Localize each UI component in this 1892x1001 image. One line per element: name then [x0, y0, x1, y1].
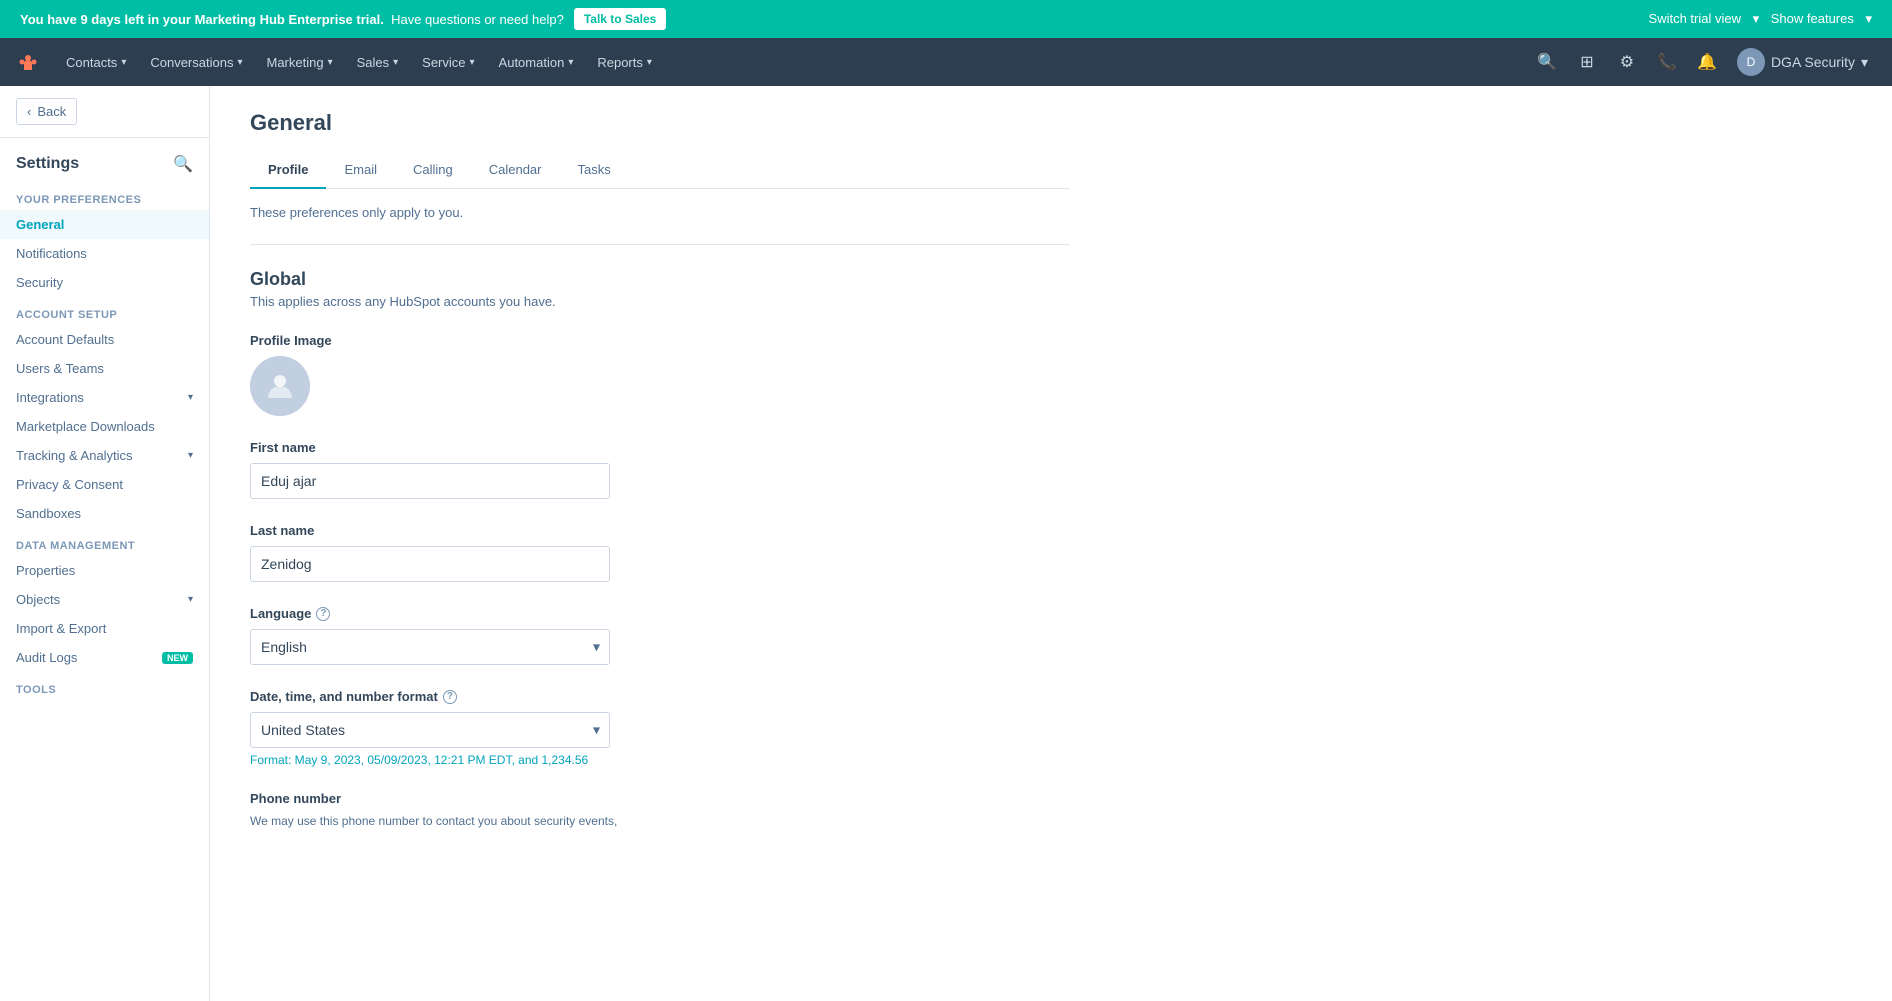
sidebar-item-users-teams[interactable]: Users & Teams [0, 354, 209, 383]
tab-tasks[interactable]: Tasks [560, 152, 629, 189]
user-menu[interactable]: D DGA Security ▾ [1729, 44, 1876, 80]
language-field-group: Language ? English Spanish French German… [250, 606, 1070, 665]
profile-image-upload[interactable] [250, 356, 310, 416]
audit-logs-new-badge: NEW [162, 652, 193, 664]
language-select[interactable]: English Spanish French German Portuguese [250, 629, 610, 665]
trial-right-links: Switch trial view ▾ Show features ▾ [1649, 11, 1872, 27]
date-format-label: Date, time, and number format ? [250, 689, 1070, 704]
user-name: DGA Security [1771, 54, 1855, 70]
trial-message: You have 9 days left in your Marketing H… [20, 12, 564, 27]
last-name-field-group: Last name [250, 523, 1070, 582]
hubspot-logo[interactable] [16, 50, 40, 74]
first-name-input[interactable] [250, 463, 610, 499]
avatar: D [1737, 48, 1765, 76]
profile-image-label: Profile Image [250, 333, 1070, 348]
last-name-input[interactable] [250, 546, 610, 582]
talk-to-sales-button[interactable]: Talk to Sales [574, 8, 666, 30]
sidebar-search-icon[interactable]: 🔍 [173, 154, 193, 174]
nav-conversations[interactable]: Conversations▾ [140, 38, 252, 86]
phone-number-label: Phone number [250, 791, 1070, 806]
notifications-icon[interactable]: 🔔 [1689, 44, 1725, 80]
sidebar-title: Settings [16, 155, 79, 173]
language-select-wrap: English Spanish French German Portuguese… [250, 629, 610, 665]
sidebar-item-privacy-consent[interactable]: Privacy & Consent [0, 470, 209, 499]
global-section-heading: Global [250, 269, 1070, 290]
sidebar-item-properties[interactable]: Properties [0, 556, 209, 585]
tab-email[interactable]: Email [326, 152, 395, 189]
integrations-chevron-icon: ▾ [188, 392, 193, 403]
page-title: General [250, 110, 1070, 136]
sidebar-item-general[interactable]: General [0, 210, 209, 239]
section-label-tools: Tools [0, 672, 209, 700]
sidebar-item-account-defaults[interactable]: Account Defaults [0, 325, 209, 354]
tabs-bar: Profile Email Calling Calendar Tasks [250, 152, 1070, 189]
nav-marketing[interactable]: Marketing▾ [256, 38, 342, 86]
nav-reports[interactable]: Reports▾ [587, 38, 662, 86]
sidebar-item-audit-logs[interactable]: Audit Logs NEW [0, 643, 209, 672]
first-name-label: First name [250, 440, 1070, 455]
settings-icon[interactable]: ⚙ [1609, 44, 1645, 80]
sidebar-item-tracking-analytics[interactable]: Tracking & Analytics ▾ [0, 441, 209, 470]
language-info-icon[interactable]: ? [316, 607, 330, 621]
phone-number-subtext: We may use this phone number to contact … [250, 814, 1070, 828]
language-label: Language ? [250, 606, 1070, 621]
preferences-note: These preferences only apply to you. [250, 205, 1070, 220]
nav-sales[interactable]: Sales▾ [347, 38, 409, 86]
tab-profile[interactable]: Profile [250, 152, 326, 189]
sidebar-item-marketplace-downloads[interactable]: Marketplace Downloads [0, 412, 209, 441]
section-label-your-preferences: Your Preferences [0, 182, 209, 210]
profile-image-field-group: Profile Image [250, 333, 1070, 416]
date-format-select-wrap: United States United Kingdom Canada Aust… [250, 712, 610, 748]
phone-icon[interactable]: 📞 [1649, 44, 1685, 80]
divider [250, 244, 1070, 245]
last-name-label: Last name [250, 523, 1070, 538]
top-nav: Contacts▾ Conversations▾ Marketing▾ Sale… [0, 38, 1892, 86]
back-button[interactable]: ‹ Back [16, 98, 77, 125]
section-label-account-setup: Account Setup [0, 297, 209, 325]
sidebar: ‹ Back Settings 🔍 Your Preferences Gener… [0, 86, 210, 1001]
nav-right-icons: 🔍 ⊞ ⚙ 📞 🔔 D DGA Security ▾ [1529, 44, 1876, 80]
global-section-subtext: This applies across any HubSpot accounts… [250, 294, 1070, 309]
date-format-field-group: Date, time, and number format ? United S… [250, 689, 1070, 767]
content-area: General Profile Email Calling Calendar T… [210, 86, 1892, 1001]
phone-number-field-group: Phone number We may use this phone numbe… [250, 791, 1070, 828]
tab-calling[interactable]: Calling [395, 152, 471, 189]
date-format-select[interactable]: United States United Kingdom Canada Aust… [250, 712, 610, 748]
sidebar-header: Settings 🔍 [0, 138, 209, 182]
nav-contacts[interactable]: Contacts▾ [56, 38, 136, 86]
sidebar-back-area: ‹ Back [0, 86, 209, 138]
sidebar-item-sandboxes[interactable]: Sandboxes [0, 499, 209, 528]
apps-icon[interactable]: ⊞ [1569, 44, 1605, 80]
sidebar-item-integrations[interactable]: Integrations ▾ [0, 383, 209, 412]
nav-automation[interactable]: Automation▾ [489, 38, 584, 86]
sidebar-item-import-export[interactable]: Import & Export [0, 614, 209, 643]
tab-calendar[interactable]: Calendar [471, 152, 560, 189]
sidebar-item-notifications[interactable]: Notifications [0, 239, 209, 268]
first-name-field-group: First name [250, 440, 1070, 499]
date-format-info-icon[interactable]: ? [443, 690, 457, 704]
switch-trial-link[interactable]: Switch trial view [1649, 11, 1741, 27]
content-inner: General Profile Email Calling Calendar T… [210, 86, 1110, 876]
main-layout: ‹ Back Settings 🔍 Your Preferences Gener… [0, 86, 1892, 1001]
show-features-link[interactable]: Show features [1771, 11, 1854, 27]
tracking-chevron-icon: ▾ [188, 450, 193, 461]
sidebar-item-security[interactable]: Security [0, 268, 209, 297]
user-menu-chevron: ▾ [1861, 54, 1868, 71]
back-chevron-icon: ‹ [27, 104, 31, 119]
search-icon[interactable]: 🔍 [1529, 44, 1565, 80]
objects-chevron-icon: ▾ [188, 594, 193, 605]
trial-banner: You have 9 days left in your Marketing H… [0, 0, 1892, 38]
sidebar-item-objects[interactable]: Objects ▾ [0, 585, 209, 614]
section-label-data-management: Data Management [0, 528, 209, 556]
user-placeholder-icon [264, 370, 296, 402]
format-hint: Format: May 9, 2023, 05/09/2023, 12:21 P… [250, 753, 1070, 767]
nav-service[interactable]: Service▾ [412, 38, 484, 86]
